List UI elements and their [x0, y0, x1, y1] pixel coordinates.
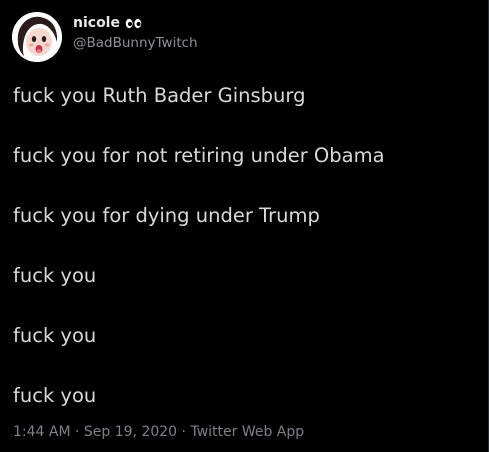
author-info: nicole @BadBunnyTwitch: [73, 13, 198, 51]
meta-separator: ·: [181, 424, 186, 440]
tweet-line: fuck you: [13, 264, 97, 287]
tweet-body: fuck you Ruth Bader Ginsburg fuck you fo…: [13, 83, 473, 443]
avatar[interactable]: [12, 12, 62, 62]
display-name[interactable]: nicole: [73, 15, 120, 31]
cartoon-face-icon: [12, 12, 62, 62]
tweet-meta: 1:44 AM · Sep 19, 2020 · Twitter Web App: [13, 424, 304, 440]
tweet-source[interactable]: Twitter Web App: [190, 424, 304, 440]
tweet-line: fuck you for dying under Trump: [13, 204, 320, 227]
tweet-line: fuck you: [13, 384, 97, 407]
tweet-time[interactable]: 1:44 AM: [13, 424, 71, 440]
tweet-date[interactable]: Sep 19, 2020: [84, 424, 177, 440]
eyes-icon: [124, 17, 142, 29]
user-handle[interactable]: @BadBunnyTwitch: [73, 35, 198, 51]
meta-separator: ·: [75, 424, 80, 440]
tweet-line: fuck you: [13, 324, 97, 347]
name-row: nicole: [73, 13, 198, 33]
tweet-line: fuck you for not retiring under Obama: [13, 144, 385, 167]
tweet-line: fuck you Ruth Bader Ginsburg: [13, 84, 306, 107]
tweet-card: nicole @BadBunnyTwitch fuck you Ruth Bad…: [0, 0, 489, 452]
